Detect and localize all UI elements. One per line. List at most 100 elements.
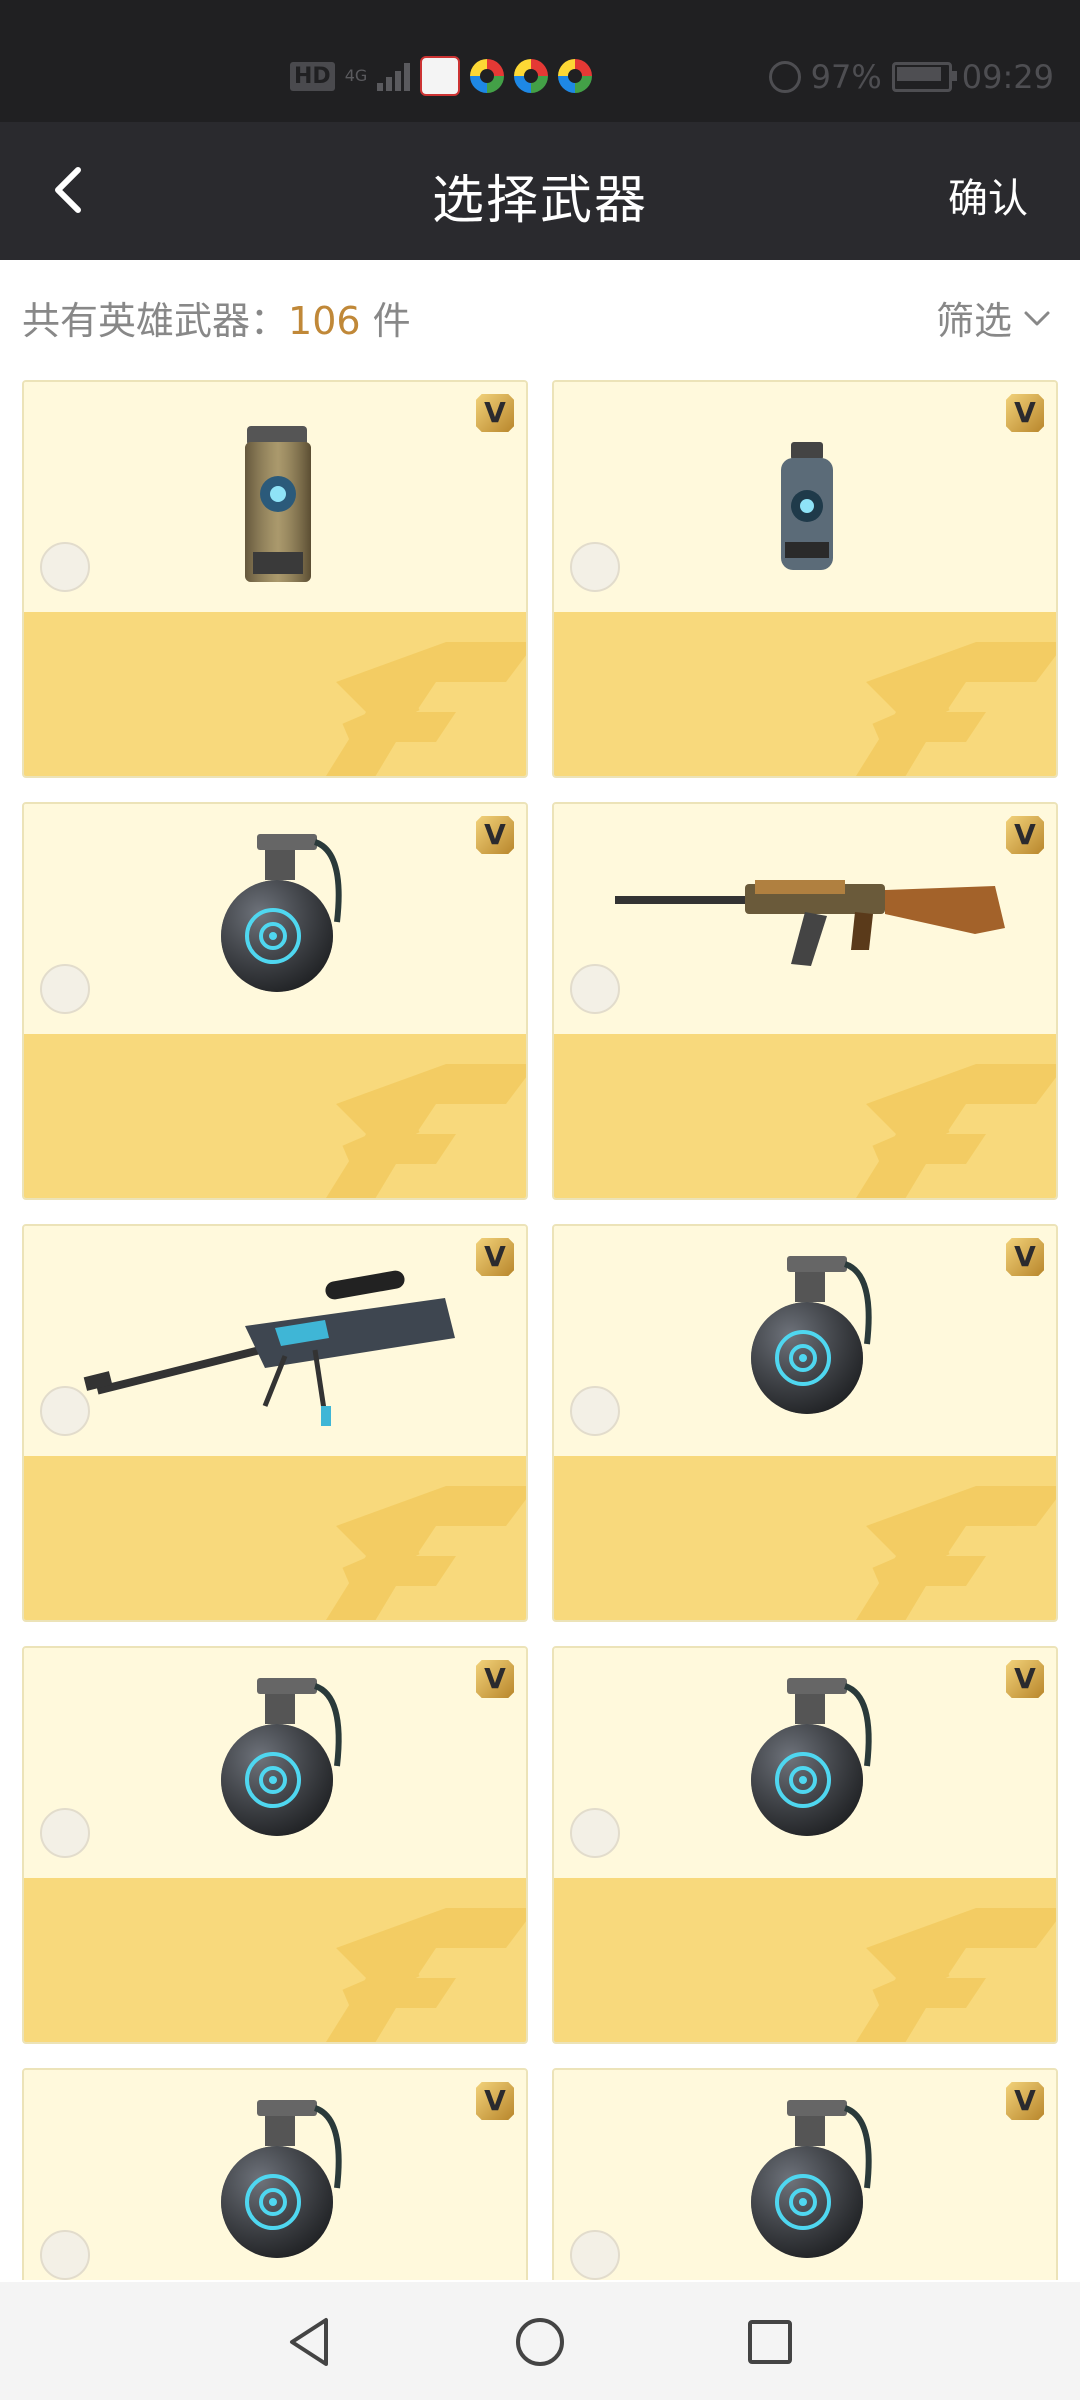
weapon-image-area: V bbox=[24, 1648, 526, 1878]
alarm-icon bbox=[768, 61, 801, 93]
weapon-image-area: V bbox=[24, 2070, 526, 2280]
system-recents-button[interactable] bbox=[740, 2312, 800, 2372]
select-radio[interactable] bbox=[570, 1808, 620, 1858]
weapon-info: 高爆手雷-雷霆永久 bbox=[24, 1878, 526, 2042]
weapon-card[interactable]: V 闪光弹-雷霆永久 bbox=[552, 380, 1058, 778]
app-notification-icon bbox=[470, 59, 505, 93]
confirm-button[interactable]: 确认 bbox=[948, 166, 1028, 224]
clock: 09:29 bbox=[961, 58, 1054, 96]
vip-badge-icon: V bbox=[1006, 2082, 1044, 2120]
weapon-card[interactable]: V 高爆手雷-雷霆永久 bbox=[552, 1646, 1058, 2044]
vip-badge-letter: V bbox=[1014, 1662, 1036, 1695]
select-radio[interactable] bbox=[570, 542, 620, 592]
cf-watermark-icon bbox=[326, 1486, 526, 1620]
weapon-image-area: V bbox=[554, 804, 1056, 1034]
vip-badge-letter: V bbox=[484, 818, 506, 851]
weapon-info: 烟雾弹-雷霆永久 bbox=[24, 612, 526, 776]
app-notification-icon bbox=[514, 59, 549, 93]
system-home-button[interactable] bbox=[510, 2312, 570, 2372]
vip-badge-icon: V bbox=[1006, 1238, 1044, 1276]
cf-watermark-icon bbox=[856, 1064, 1056, 1198]
vip-badge-icon: V bbox=[476, 816, 514, 854]
weapon-card[interactable]: V bbox=[552, 2068, 1058, 2280]
vip-badge-icon: V bbox=[476, 394, 514, 432]
weapon-card[interactable]: V AK47-机械迷城永久 bbox=[552, 802, 1058, 1200]
status-icons-right: 97% 09:29 bbox=[768, 58, 1054, 96]
weapon-count: 106 bbox=[288, 299, 361, 343]
weapon-image-area: V bbox=[554, 382, 1056, 612]
weapon-card[interactable]: V Barrett-暗月传说永久 bbox=[22, 1224, 528, 1622]
weapon-card[interactable]: V bbox=[22, 2068, 528, 2280]
weapon-card[interactable]: V 高爆手雷-雷霆永久 bbox=[22, 802, 528, 1200]
vip-badge-icon: V bbox=[1006, 394, 1044, 432]
status-bar: HD 4G 97% 09:29 bbox=[0, 0, 1080, 122]
weapon-count-summary: 共有英雄武器：106 件 bbox=[22, 290, 411, 345]
rifle-icon bbox=[554, 824, 1056, 1014]
weapon-info: 高爆手雷-雷霆永久 bbox=[24, 1034, 526, 1198]
vip-badge-letter: V bbox=[484, 1240, 506, 1273]
weapon-info: 高爆手雷-雷霆永久 bbox=[554, 1878, 1056, 2042]
circle-home-icon bbox=[516, 2318, 564, 2366]
select-radio[interactable] bbox=[40, 2230, 90, 2280]
he-grenade-icon bbox=[554, 1668, 1056, 1858]
cf-watermark-icon bbox=[856, 1908, 1056, 2042]
he-grenade-icon bbox=[24, 1668, 526, 1858]
cf-watermark-icon bbox=[856, 1486, 1056, 1620]
app-notification-icon bbox=[558, 59, 593, 93]
vip-badge-letter: V bbox=[484, 396, 506, 429]
signal-icon bbox=[377, 61, 411, 91]
network-type: 4G bbox=[344, 66, 368, 85]
vip-badge-letter: V bbox=[484, 1662, 506, 1695]
weapon-image-area: V bbox=[554, 2070, 1056, 2280]
weapon-card[interactable]: V 高爆手雷-雷霆永久 bbox=[22, 1646, 528, 2044]
cf-watermark-icon bbox=[326, 1908, 526, 2042]
filter-button[interactable]: 筛选 bbox=[936, 290, 1054, 345]
he-grenade-icon bbox=[24, 824, 526, 1014]
weapon-info: Barrett-暗月传说永久 bbox=[24, 1456, 526, 1620]
select-radio[interactable] bbox=[40, 964, 90, 1014]
summary-unit: 件 bbox=[360, 299, 411, 343]
select-radio[interactable] bbox=[570, 964, 620, 1014]
weapon-image-area: V bbox=[24, 382, 526, 612]
weapon-card[interactable]: V 烟雾弹-雷霆永久 bbox=[22, 380, 528, 778]
weapon-image-area: V bbox=[554, 1226, 1056, 1456]
select-radio[interactable] bbox=[40, 542, 90, 592]
he-grenade-icon bbox=[554, 2090, 1056, 2280]
select-radio[interactable] bbox=[40, 1386, 90, 1436]
status-icons-center: HD 4G bbox=[290, 56, 593, 96]
weapon-image-area: V bbox=[554, 1648, 1056, 1878]
select-radio[interactable] bbox=[570, 2230, 620, 2280]
sniper-rifle-icon bbox=[24, 1246, 526, 1436]
vip-badge-letter: V bbox=[484, 2084, 506, 2117]
vip-badge-icon: V bbox=[1006, 816, 1044, 854]
cf-watermark-icon bbox=[856, 642, 1056, 776]
system-back-button[interactable] bbox=[280, 2312, 340, 2372]
select-radio[interactable] bbox=[40, 1808, 90, 1858]
battery-icon bbox=[891, 62, 957, 92]
cf-watermark-icon bbox=[326, 642, 526, 776]
weapon-info: AK47-机械迷城永久 bbox=[554, 1034, 1056, 1198]
weapon-grid: V 烟雾弹-雷霆永久 V 闪光弹-雷霆永久 V 高爆手雷-雷霆永久 V AK47-机械迷城永久… bbox=[22, 380, 1058, 2280]
select-radio[interactable] bbox=[570, 1386, 620, 1436]
weapon-image-area: V bbox=[24, 804, 526, 1034]
summary-label: 共有英雄武器： bbox=[22, 299, 289, 343]
he-grenade-icon bbox=[554, 1246, 1056, 1436]
smoke-grenade-icon bbox=[24, 402, 526, 592]
weapon-info: 高爆手雷-雷霆永久 bbox=[554, 1456, 1056, 1620]
vip-badge-letter: V bbox=[1014, 1240, 1036, 1273]
app-notification-icon bbox=[420, 56, 461, 96]
he-grenade-icon bbox=[24, 2090, 526, 2280]
cf-watermark-icon bbox=[326, 1064, 526, 1198]
filter-label: 筛选 bbox=[935, 299, 1012, 343]
flashbang-icon bbox=[554, 402, 1056, 592]
vip-badge-letter: V bbox=[1014, 396, 1036, 429]
vip-badge-letter: V bbox=[1014, 2084, 1036, 2117]
weapon-card[interactable]: V 高爆手雷-雷霆永久 bbox=[552, 1224, 1058, 1622]
battery-percent: 97% bbox=[810, 58, 882, 96]
vip-badge-icon: V bbox=[476, 1660, 514, 1698]
hd-indicator: HD bbox=[290, 61, 335, 91]
chevron-down-icon bbox=[1024, 311, 1050, 325]
weapon-info: 闪光弹-雷霆永久 bbox=[554, 612, 1056, 776]
vip-badge-letter: V bbox=[1014, 818, 1036, 851]
page-title: 选择武器 bbox=[431, 171, 648, 231]
